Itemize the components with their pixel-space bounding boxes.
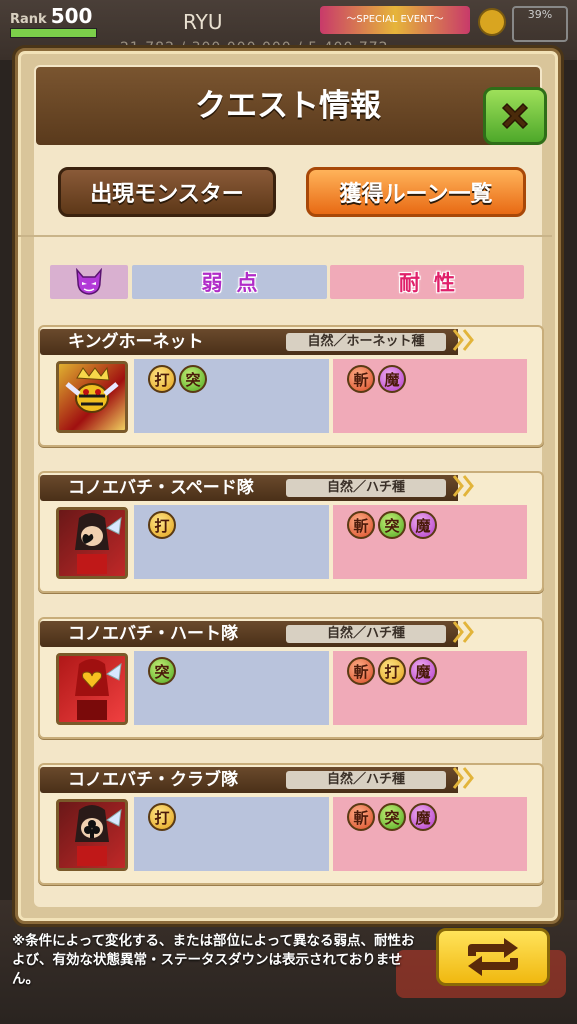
close-button[interactable]	[483, 87, 547, 145]
spade-bee-icon	[75, 513, 122, 574]
double-chevron-icon	[452, 767, 474, 789]
rank-value: 500	[50, 4, 93, 28]
swap-button[interactable]	[436, 928, 550, 986]
attribute-badge-strike: 打	[148, 511, 176, 539]
swap-arrows-icon	[468, 938, 518, 976]
disclaimer-note: ※条件によって変化する、または部位によって異なる弱点、耐性および、有効な状態異常…	[12, 933, 415, 987]
demon-face-icon	[76, 268, 102, 295]
monster-entry: キングホーネット 自然／ホーネット種 打 突 斬 魔	[38, 325, 544, 447]
monster-name: コノエバチ・ハート隊	[68, 624, 238, 644]
weakness-panel: 打	[134, 505, 329, 579]
attribute-badge-pierce: 突	[179, 365, 207, 393]
close-x-icon	[501, 102, 529, 130]
rank-label: Rank	[10, 12, 47, 27]
club-bee-icon	[75, 805, 122, 866]
legend-resistance: 耐性	[330, 265, 524, 299]
attribute-badge-slash: 斬	[347, 657, 375, 685]
monster-header: コノエバチ・ハート隊 自然／ハチ種	[40, 621, 458, 647]
attribute-badge-pierce: 突	[378, 511, 406, 539]
monster-name: コノエバチ・クラブ隊	[68, 770, 238, 790]
attribute-badge-magic: 魔	[409, 511, 437, 539]
monster-portrait-king-hornet[interactable]	[56, 361, 128, 433]
resistance-panel: 斬 魔	[333, 359, 527, 433]
attribute-badge-strike: 打	[378, 657, 406, 685]
attribute-badge-magic: 魔	[409, 657, 437, 685]
player-name: RYU	[183, 10, 223, 34]
double-chevron-icon	[452, 621, 474, 643]
attribute-badge-pierce: 突	[378, 803, 406, 831]
attribute-badge-slash: 斬	[347, 511, 375, 539]
double-chevron-icon	[452, 329, 474, 351]
resistance-panel: 斬 打 魔	[333, 651, 527, 725]
monster-portrait-spade[interactable]	[56, 507, 128, 579]
legend-weakness: 弱点	[132, 265, 327, 299]
monster-type-tag: 自然／ハチ種	[286, 771, 446, 789]
legend-demon-cell	[50, 265, 128, 299]
event-banner[interactable]: 〜SPECIAL EVENT〜	[320, 6, 470, 34]
attribute-badge-strike: 打	[148, 803, 176, 831]
monster-type-tag: 自然／ホーネット種	[286, 333, 446, 351]
rank-progress-bar	[10, 28, 97, 38]
attribute-badge-magic: 魔	[409, 803, 437, 831]
attribute-badge-pierce: 突	[148, 657, 176, 685]
monster-name: コノエバチ・スペード隊	[68, 478, 254, 498]
monster-type-tag: 自然／ハチ種	[286, 479, 446, 497]
resistance-panel: 斬 突 魔	[333, 505, 527, 579]
attribute-badge-slash: 斬	[347, 365, 375, 393]
monster-portrait-heart[interactable]	[56, 653, 128, 725]
dialog-title: クエスト情報	[195, 88, 381, 124]
heart-bee-icon	[75, 659, 122, 720]
rank-display: Rank 500	[10, 4, 92, 28]
monster-portrait-club[interactable]	[56, 799, 128, 871]
resistance-panel: 斬 突 魔	[333, 797, 527, 871]
legend-resistance-label: 耐性	[399, 271, 469, 295]
hornet-king-icon	[65, 366, 119, 413]
double-chevron-icon	[452, 475, 474, 497]
monster-entry: コノエバチ・スペード隊 自然／ハチ種 打 斬 突 魔	[38, 471, 544, 593]
monster-entry: コノエバチ・クラブ隊 自然／ハチ種 打 斬 突 魔	[38, 763, 544, 885]
coin-icon	[478, 8, 506, 36]
tab-appearing-monsters[interactable]: 出現モンスター	[58, 167, 276, 217]
monster-name: キングホーネット	[68, 332, 204, 352]
tab-rune-list[interactable]: 獲得ルーン一覧	[306, 167, 526, 217]
monster-type-tag: 自然／ハチ種	[286, 625, 446, 643]
monster-header: コノエバチ・クラブ隊 自然／ハチ種	[40, 767, 458, 793]
dialog-title-bar: クエスト情報	[36, 67, 547, 145]
monster-entry: コノエバチ・ハート隊 自然／ハチ種 突 斬 打 魔	[38, 617, 544, 739]
weakness-panel: 打	[134, 797, 329, 871]
monster-header: キングホーネット 自然／ホーネット種	[40, 329, 458, 355]
battery-indicator: 39%	[512, 6, 568, 42]
weakness-panel: 打 突	[134, 359, 329, 433]
attribute-badge-strike: 打	[148, 365, 176, 393]
legend-weakness-label: 弱点	[201, 271, 272, 295]
section-divider	[18, 235, 552, 237]
quest-info-dialog: クエスト情報 出現モンスター 獲得ルーン一覧 弱点 耐性 キングホーネット 自然…	[15, 48, 561, 924]
attribute-badge-slash: 斬	[347, 803, 375, 831]
monster-header: コノエバチ・スペード隊 自然／ハチ種	[40, 475, 458, 501]
weakness-panel: 突	[134, 651, 329, 725]
attribute-badge-magic: 魔	[378, 365, 406, 393]
